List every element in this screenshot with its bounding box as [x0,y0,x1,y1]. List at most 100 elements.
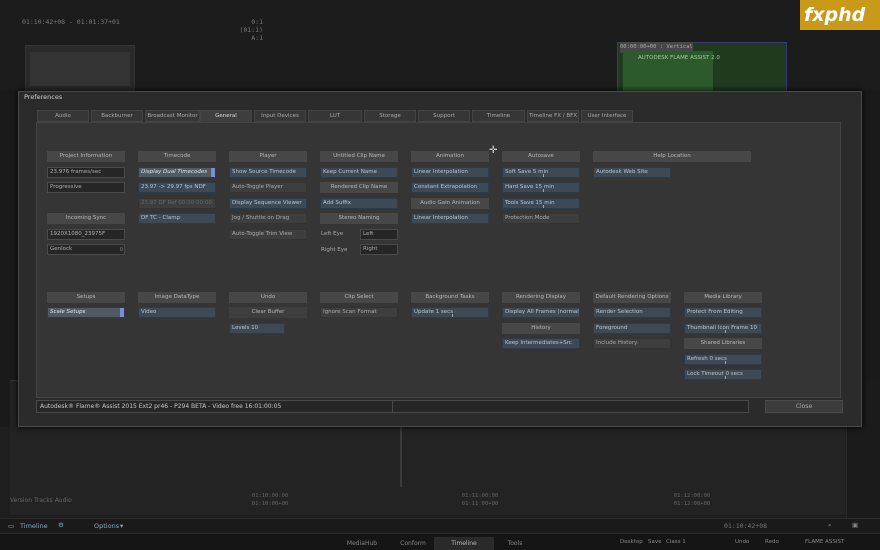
right-eye-label: Right Eye [321,247,348,253]
toolbar-timecode[interactable]: 01:10:42+08 [724,522,767,530]
genlock-field[interactable]: Genlock 0 [47,244,125,255]
clear-buffer-button[interactable]: Clear Buffer [229,307,307,318]
tab-lut[interactable]: LUT [308,110,362,122]
chevron-down-icon[interactable]: ▾ [120,522,123,530]
scale-setups-label: Scale Setups [50,309,86,315]
auto-toggle-trim-button[interactable]: Auto-Toggle Trim View [229,229,307,240]
autosave-header: Autosave [502,151,580,162]
tab-broadcast-monitor[interactable]: Broadcast Monitor [145,110,200,122]
keep-current-name-button[interactable]: Keep Current Name [320,167,398,178]
image-datatype-header: Image DataType [138,292,216,303]
protect-from-editing-button[interactable]: Protect From Editing [684,307,762,318]
player-header: Player [229,151,307,162]
display-all-frames-button[interactable]: Display All Frames (normal) [502,307,580,318]
toggle-indicator [120,308,124,317]
tab-audio[interactable]: Audio [37,110,89,122]
tab-input-devices[interactable]: Input Devices [254,110,306,122]
tools-save-slider[interactable]: Tools Save 15 min [502,198,580,209]
undo-levels-field[interactable]: Levels 10 [229,323,285,334]
record-viewer[interactable]: 00:00:00+00 : Vertical AUTODESK FLAME AS… [617,42,787,97]
status-divider [392,401,393,412]
project-information-header: Project Information [47,151,125,162]
timeline-icon[interactable]: ▭ [8,522,14,530]
scan-mode-field[interactable]: Progressive [47,182,125,193]
status-bar: Autodesk® Flame® Assist 2015 Ext2 pr46 -… [36,400,749,413]
show-source-timecode-button[interactable]: Show Source Timecode [229,167,307,178]
tab-backburner[interactable]: Backburner [91,110,143,122]
display-dual-timecodes-label: Display Dual Timecodes [141,169,208,175]
refresh-interval-slider[interactable]: Refresh 0 secs [684,354,762,365]
thumbnail-icon-frame-slider[interactable]: Thumbnail Icon Frame 10 [684,323,762,334]
add-suffix-button[interactable]: Add Suffix [320,198,398,209]
foreground-button[interactable]: Foreground [593,323,671,334]
protection-mode-button[interactable]: Protection Mode [502,213,580,224]
video-datatype-button[interactable]: Video [138,307,216,318]
scale-setups-button[interactable]: Scale Setups [47,307,125,318]
hard-save-slider[interactable]: Hard Save 15 min [502,182,580,193]
audio-gain-animation-header: Audio Gain Animation [411,198,489,209]
left-eye-label: Left Eye [321,231,344,237]
undo-button[interactable]: Undo [735,539,749,545]
tab-general[interactable]: General [200,110,252,122]
tab-storage[interactable]: Storage [364,110,416,122]
tab-tools[interactable]: Tools [485,537,545,550]
search-icon[interactable]: ⌕ [828,521,832,530]
linear-interpolation-button[interactable]: Linear Interpolation [411,167,489,178]
ruler-tc: 01:11:00+00 [461,501,499,507]
audio-linear-interpolation-button[interactable]: Linear Interpolation [411,213,489,224]
keep-intermediates-button[interactable]: Keep Intermediates+Src [502,338,580,349]
left-eye-field[interactable]: Left [360,229,398,240]
soft-save-slider[interactable]: Soft Save 5 min [502,167,580,178]
close-button[interactable]: Close [765,400,843,413]
tab-timeline-pref[interactable]: Timeline [472,110,525,122]
timecode-header: Timecode [138,151,216,162]
ruler-tc: 01:11:00:00 [461,493,499,499]
gear-icon[interactable]: ⚙ [58,521,64,529]
desktop-button[interactable]: Desktop [620,539,643,545]
bottom-bar: MediaHub Conform Timeline Tools Desktop … [0,533,880,550]
fxphd-logo: fxphd [800,0,880,30]
autodesk-web-site-button[interactable]: Autodesk Web Site [593,167,671,178]
df-tc-button[interactable]: DF TC - Clamp [138,213,216,224]
render-selection-button[interactable]: Render Selection [593,307,671,318]
source-viewer[interactable] [25,45,135,95]
record-viewer-text: AUTODESK FLAME ASSIST 2.0 [638,55,720,61]
fps-conversion-button[interactable]: 23.97 -> 29.97 fps NDF [138,182,216,193]
genlock-value: 0 [119,247,123,253]
lock-timeout-slider[interactable]: Lock Timeout 0 secs [684,369,762,380]
tab-support[interactable]: Support [418,110,470,122]
app-name: FLAME ASSIST [805,539,845,545]
ruler-tc: 01:10:00:00 [251,493,289,499]
ignore-scan-format-button[interactable]: Ignore Scan Format [320,307,398,318]
tab-user-interface[interactable]: User Interface [581,110,633,122]
sync-resolution-field[interactable]: 1920X1080_23975F [47,229,125,240]
source-viewer-image [30,52,130,86]
preferences-dialog: Preferences Audio Backburner Broadcast M… [18,91,862,427]
genlock-label: Genlock [50,246,73,252]
viewer-frame-info: 0:1 (01:1) A:1 [233,18,263,42]
frame-rate-field[interactable]: 23.976 frames/sec [47,167,125,178]
timecode-ruler-1: 01:10:00:00 01:10:00+00 [235,492,305,508]
right-eye-field[interactable]: Right [360,244,398,255]
df-ref-field[interactable]: 23.97 DF Ref 00:00:00:00 [138,198,216,209]
update-interval-slider[interactable]: Update 1 secs [411,307,489,318]
untitled-clip-name-header: Untitled Clip Name [320,151,398,162]
slider-tick [543,174,544,177]
tab-timeline-fx[interactable]: Timeline FX / BFX [527,110,579,122]
display-dual-timecodes-button[interactable]: Display Dual Timecodes [138,167,216,178]
jog-shuttle-button[interactable]: Jog / Shuttle on Drag [229,213,307,224]
slider-tick [725,376,726,379]
constant-extrapolation-button[interactable]: Constant Extrapolation [411,182,489,193]
background-tasks-header: Background Tasks [411,292,489,303]
timeline-menu[interactable]: Timeline [20,522,48,530]
auto-toggle-player-button[interactable]: Auto-Toggle Player [229,182,307,193]
display-sequence-viewer-button[interactable]: Display Sequence Viewer [229,198,307,209]
timeline-playhead[interactable] [400,427,402,487]
options-menu[interactable]: Options [94,522,119,530]
viewer-timecode: 01:10:42+08 - 01:01:37+01 [22,18,120,26]
save-button[interactable]: Save [648,539,662,545]
redo-button[interactable]: Redo [765,539,779,545]
include-history-button[interactable]: Include History [593,338,671,349]
layout-icon[interactable]: ▣ [852,521,858,529]
class-selector[interactable]: Class 1 [666,539,686,545]
